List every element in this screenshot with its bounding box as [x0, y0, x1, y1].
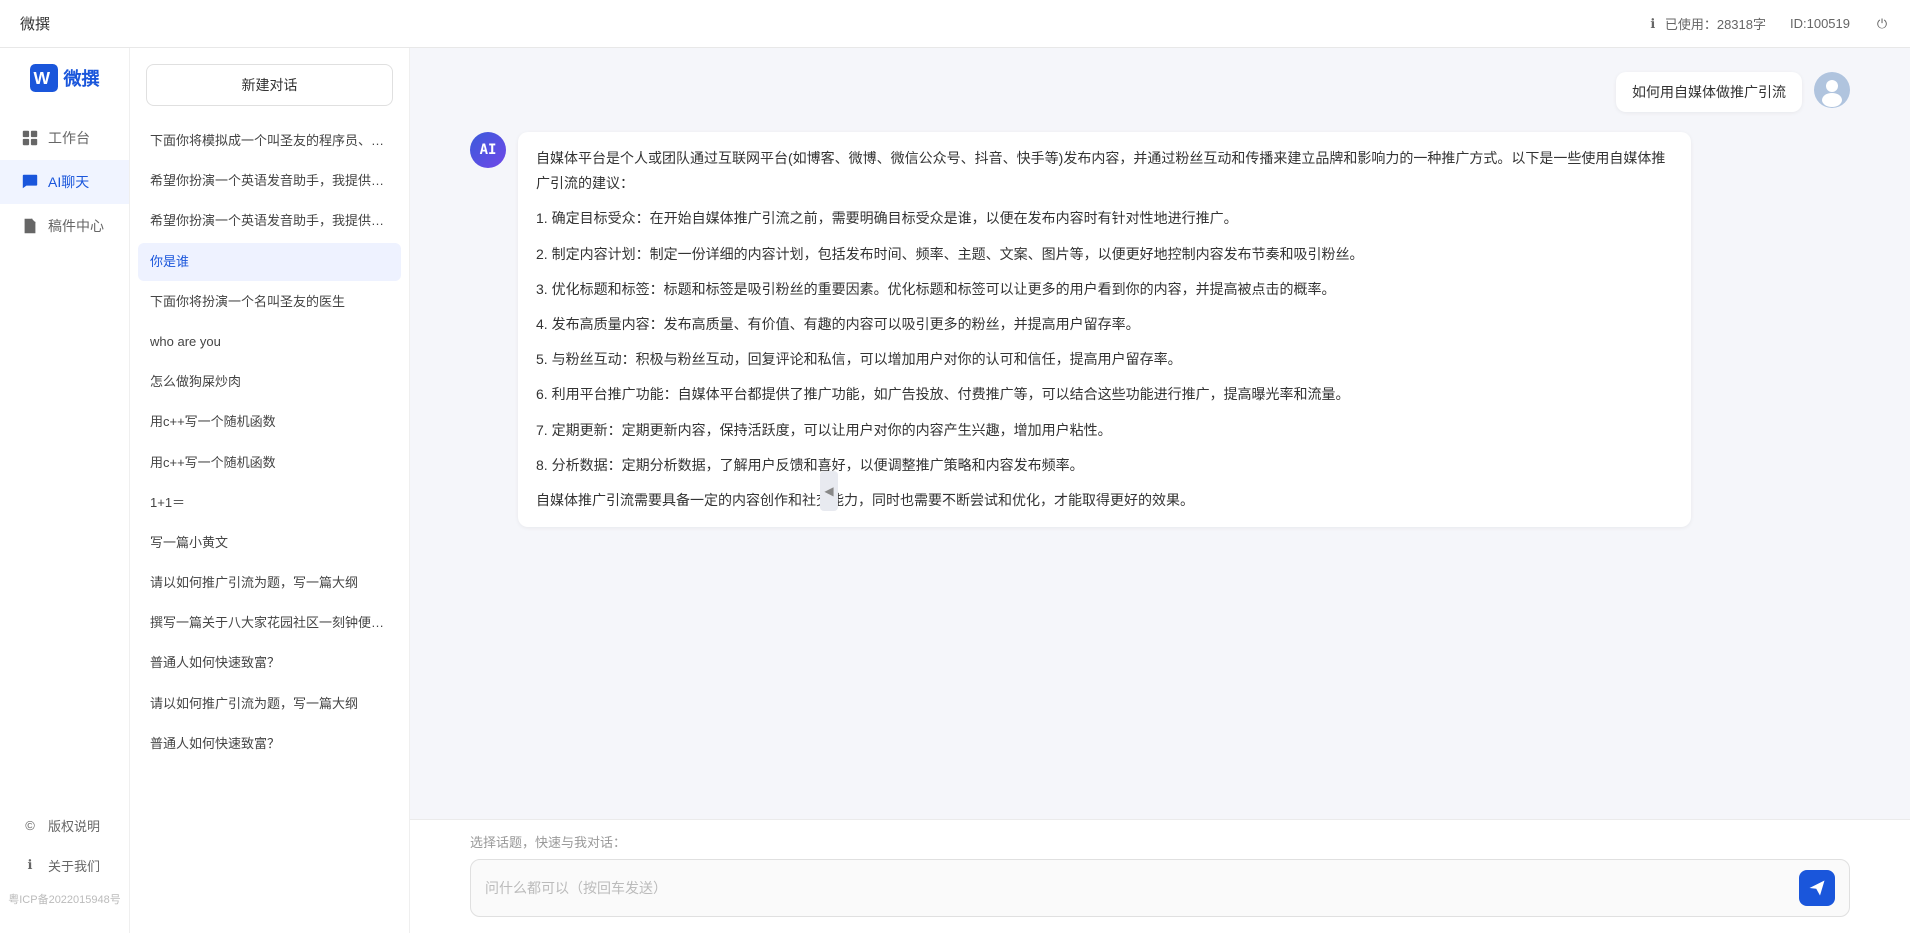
id-label: ID:100519	[1790, 16, 1850, 31]
history-item[interactable]: 你是谁	[138, 243, 401, 281]
chat-input[interactable]	[485, 880, 1789, 896]
history-item[interactable]: 用c++写一个随机函数	[138, 403, 401, 441]
sidebar-item-ai-chat[interactable]: AI聊天	[0, 160, 129, 204]
history-list: 下面你将模拟成一个叫圣友的程序员、我说...希望你扮演一个英语发音助手，我提供给…	[130, 122, 409, 933]
grid-icon	[20, 128, 40, 148]
history-item[interactable]: 怎么做狗屎炒肉	[138, 363, 401, 401]
user-message: 如何用自媒体做推广引流	[470, 72, 1850, 112]
sidebar-item-drafts[interactable]: 稿件中心	[0, 204, 129, 248]
history-item[interactable]: 1+1＝	[138, 484, 401, 522]
history-item[interactable]: 下面你将模拟成一个叫圣友的程序员、我说...	[138, 122, 401, 160]
ai-paragraph: 2. 制定内容计划：制定一份详细的内容计划，包括发布时间、频率、主题、文案、图片…	[536, 242, 1673, 267]
logo-text: 微撰	[64, 65, 100, 91]
copyright-icon: ©	[20, 815, 40, 835]
collapse-panel-button[interactable]: ◀	[820, 471, 838, 511]
chat-input-area: 选择话题，快速与我对话：	[410, 819, 1910, 933]
ai-bubble: 自媒体平台是个人或团队通过互联网平台(如博客、微博、微信公众号、抖音、快手等)发…	[518, 132, 1691, 527]
history-item[interactable]: 请以如何推广引流为题，写一篇大纲	[138, 685, 401, 723]
sidebar-item-workbench[interactable]: 工作台	[0, 116, 129, 160]
ai-paragraph: 4. 发布高质量内容：发布高质量、有价值、有趣的内容可以吸引更多的粉丝，并提高用…	[536, 312, 1673, 337]
history-item[interactable]: 写一篇小黄文	[138, 524, 401, 562]
ai-paragraph: 6. 利用平台推广功能：自媒体平台都提供了推广功能，如广告投放、付费推广等，可以…	[536, 382, 1673, 407]
ai-message: AI 自媒体平台是个人或团队通过互联网平台(如博客、微博、微信公众号、抖音、快手等…	[470, 132, 1850, 527]
ai-paragraph: 8. 分析数据：定期分析数据，了解用户反馈和喜好，以便调整推广策略和内容发布频率…	[536, 453, 1673, 478]
chat-area: 如何用自媒体做推广引流 AI 自媒体平台是个人或团队通过互联网平台(如博客、微博、微…	[410, 48, 1910, 933]
nav-items: 工作台 AI聊天 稿件中心	[0, 116, 129, 805]
new-conversation-button[interactable]: 新建对话	[146, 64, 393, 106]
history-panel: 新建对话 下面你将模拟成一个叫圣友的程序员、我说...希望你扮演一个英语发音助手…	[130, 48, 410, 933]
doc-icon	[20, 216, 40, 236]
history-item[interactable]: who are you	[138, 323, 401, 361]
nav-bottom: © 版权说明 ℹ 关于我们 粤ICP备2022015948号	[0, 805, 129, 933]
quick-topics-label: 选择话题，快速与我对话：	[470, 832, 1850, 851]
send-icon	[1808, 879, 1826, 897]
ai-paragraph: 5. 与粉丝互动：积极与粉丝互动，回复评论和私信，可以增加用户对你的认可和信任，…	[536, 347, 1673, 372]
sidebar-item-drafts-label: 稿件中心	[48, 216, 104, 236]
history-item[interactable]: 用c++写一个随机函数	[138, 444, 401, 482]
icp-text: 粤ICP备2022015948号	[0, 885, 129, 913]
info-icon: ℹ	[1645, 16, 1661, 32]
ai-paragraph: 3. 优化标题和标签：标题和标签是吸引粉丝的重要因素。优化标题和标签可以让更多的…	[536, 277, 1673, 302]
input-row	[470, 859, 1850, 917]
history-item[interactable]: 希望你扮演一个英语发音助手，我提供给你...	[138, 202, 401, 240]
topbar-title: 微撰	[20, 13, 50, 34]
sidebar-item-ai-chat-label: AI聊天	[48, 172, 89, 192]
history-item[interactable]: 撰写一篇关于八大家花园社区一刻钟便民生...	[138, 604, 401, 642]
user-bubble: 如何用自媒体做推广引流	[1616, 72, 1802, 112]
topbar: 微撰 ℹ 已使用：28318字 ID:100519 ⏻	[0, 0, 1910, 48]
ai-paragraph: 7. 定期更新：定期更新内容，保持活跃度，可以让用户对你的内容产生兴趣，增加用户…	[536, 418, 1673, 443]
send-button[interactable]	[1799, 870, 1835, 906]
chat-messages: 如何用自媒体做推广引流 AI 自媒体平台是个人或团队通过互联网平台(如博客、微博、微…	[410, 48, 1910, 819]
svg-text:W: W	[33, 68, 50, 88]
logo-area: W 微撰	[30, 64, 100, 116]
ai-paragraph: 1. 确定目标受众：在开始自媒体推广引流之前，需要明确目标受众是谁，以便在发布内…	[536, 206, 1673, 231]
sidebar-nav: W 微撰 工作台 AI聊天	[0, 48, 130, 933]
usage-info: ℹ 已使用：28318字	[1645, 14, 1766, 33]
history-item[interactable]: 希望你扮演一个英语发音助手，我提供给你...	[138, 162, 401, 200]
info-circle-icon: ℹ	[20, 855, 40, 875]
history-item[interactable]: 下面你将扮演一个名叫圣友的医生	[138, 283, 401, 321]
ai-avatar: AI	[470, 132, 506, 168]
usage-label: 已使用：28318字	[1665, 14, 1766, 33]
sidebar-item-workbench-label: 工作台	[48, 128, 90, 148]
topbar-right: ℹ 已使用：28318字 ID:100519 ⏻	[1645, 14, 1890, 33]
history-item[interactable]: 请以如何推广引流为题，写一篇大纲	[138, 564, 401, 602]
history-item[interactable]: 普通人如何快速致富？	[138, 725, 401, 763]
sidebar-item-copyright-label: 版权说明	[48, 816, 100, 835]
logo-icon: W	[30, 64, 58, 92]
sidebar-item-copyright[interactable]: © 版权说明	[0, 805, 129, 845]
history-item[interactable]: 普通人如何快速致富？	[138, 644, 401, 682]
chat-icon	[20, 172, 40, 192]
ai-paragraph: 自媒体推广引流需要具备一定的内容创作和社交能力，同时也需要不断尝试和优化，才能取…	[536, 488, 1673, 513]
sidebar-item-about-label: 关于我们	[48, 856, 100, 875]
main-layout: W 微撰 工作台 AI聊天	[0, 48, 1910, 933]
ai-paragraph: 自媒体平台是个人或团队通过互联网平台(如博客、微博、微信公众号、抖音、快手等)发…	[536, 146, 1673, 196]
power-icon[interactable]: ⏻	[1874, 16, 1890, 32]
user-avatar	[1814, 72, 1850, 108]
sidebar-item-about[interactable]: ℹ 关于我们	[0, 845, 129, 885]
